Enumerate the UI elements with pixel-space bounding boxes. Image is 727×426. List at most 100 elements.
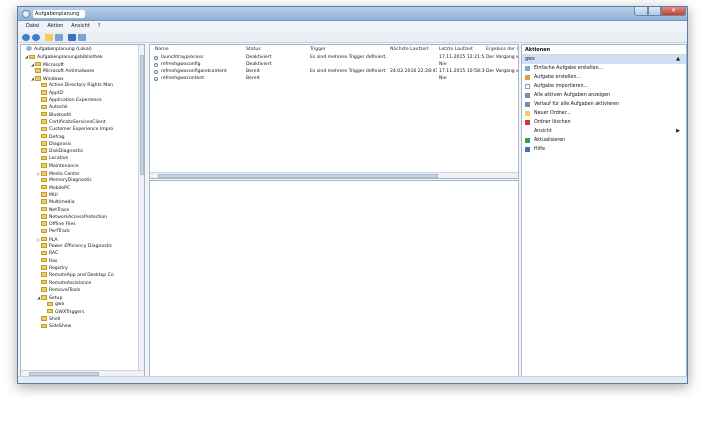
back-icon[interactable] xyxy=(22,34,30,41)
wizard-icon xyxy=(525,66,530,71)
action-label: Aktualisieren xyxy=(534,138,566,143)
action-item[interactable]: Ansicht ▶ xyxy=(522,127,686,136)
action-item[interactable]: Einfache Aufgabe erstellen... xyxy=(522,64,686,73)
help-toolbar-icon[interactable] xyxy=(68,34,76,41)
tree-item[interactable]: ◢ Windows xyxy=(21,75,144,82)
menu-datei[interactable]: Datei xyxy=(26,21,39,32)
menu-aktion[interactable]: Aktion xyxy=(47,21,63,32)
col-name[interactable]: Name xyxy=(155,46,235,53)
toolbar xyxy=(18,32,687,43)
tree-item[interactable]: DiskDiagnostic xyxy=(21,148,144,155)
cell-result: Der Vorgang wurde xyxy=(486,55,518,60)
tree-item-label: AppID xyxy=(49,90,63,96)
folder-up-icon[interactable] xyxy=(45,34,53,41)
console-tree-icon[interactable] xyxy=(55,34,63,41)
tree-item[interactable]: gwx xyxy=(21,301,144,308)
folder-icon xyxy=(41,206,47,212)
maximize-button[interactable] xyxy=(648,7,661,16)
tree-library[interactable]: ◢ Aufgabenplanungsbibliothek xyxy=(21,53,144,60)
title-bar[interactable]: Aufgabenplanung ✕ xyxy=(18,7,687,21)
tree-item[interactable]: Power Efficiency Diagnostic xyxy=(21,243,144,250)
folder-icon xyxy=(41,214,47,219)
menu-help[interactable]: ? xyxy=(98,21,101,32)
cell-status: Deaktiviert xyxy=(246,62,272,67)
tree-microsoft[interactable]: ◢ Microsoft xyxy=(21,61,144,68)
tree-item[interactable]: Microsoft Antimalware xyxy=(21,68,144,75)
action-item[interactable]: Hilfe xyxy=(522,145,686,154)
action-pane-icon[interactable] xyxy=(78,34,86,41)
table-row[interactable]: refreshgwxconfigandcontent Bereit Es sind … xyxy=(150,68,518,75)
tree-item[interactable]: Multimedia xyxy=(21,199,144,206)
tree-item[interactable]: MemoryDiagnostic xyxy=(21,177,144,184)
tree-item[interactable]: Autochk xyxy=(21,104,144,111)
action-item[interactable]: Alle aktiven Aufgaben anzeigen xyxy=(522,91,686,100)
tree-item-label: Location xyxy=(49,156,69,162)
help-icon xyxy=(525,147,530,152)
forward-icon[interactable] xyxy=(32,34,40,41)
tree-root[interactable]: Aufgabenplanung (Lokal) xyxy=(21,46,144,53)
tree-vertical-scrollbar[interactable] xyxy=(138,45,144,376)
minimize-button[interactable] xyxy=(634,7,648,16)
tree-item[interactable]: Defrag xyxy=(21,133,144,141)
tree-item[interactable]: Registry xyxy=(21,265,144,272)
tree-item[interactable]: Location xyxy=(21,155,144,162)
scroll-thumb[interactable] xyxy=(140,55,144,175)
action-item[interactable]: Ordner löschen xyxy=(522,118,686,127)
tree-item-label: MUI xyxy=(49,192,58,198)
tree-item[interactable]: Bluetooth xyxy=(21,111,144,119)
col-status[interactable]: Status xyxy=(246,46,306,53)
tree-item[interactable]: GWXTriggers xyxy=(21,308,144,316)
tree-item[interactable]: NetTrace xyxy=(21,206,144,214)
tree-item[interactable]: Ras xyxy=(21,257,144,265)
tree-item[interactable]: CertificateServicesClient xyxy=(21,119,144,126)
tree-item-label: Shell xyxy=(49,316,61,322)
tree-item[interactable]: Active Directory Rights Man xyxy=(21,82,144,89)
tree-item[interactable]: RemoteAssistance xyxy=(21,279,144,287)
tree-pane[interactable]: Aufgabenplanung (Lokal) ◢ Aufgabenplanung… xyxy=(20,44,145,377)
tree-item[interactable]: Shell xyxy=(21,316,144,323)
col-last-run[interactable]: Letzte Laufzeit xyxy=(439,46,484,53)
tree-item[interactable]: ▷ PLA xyxy=(21,236,144,243)
table-row[interactable]: refreshgwxconfig Deaktiviert Nie xyxy=(150,61,518,68)
tree-item[interactable]: Application Experience xyxy=(21,97,144,104)
tree-item[interactable]: RAC xyxy=(21,250,144,257)
action-item[interactable]: Verlauf für alle Aufgaben aktivieren xyxy=(522,100,686,109)
action-item[interactable]: Aufgabe erstellen... xyxy=(522,73,686,82)
list-horizontal-scrollbar[interactable] xyxy=(150,172,518,178)
tree-item[interactable]: SideShow xyxy=(21,323,144,330)
close-button[interactable]: ✕ xyxy=(661,7,686,16)
actions-selected-folder[interactable]: gwx ▲ xyxy=(522,55,686,64)
col-trigger[interactable]: Trigger xyxy=(310,46,380,53)
tree-item[interactable]: Customer Experience Impro xyxy=(21,126,144,133)
action-label: Aufgabe erstellen... xyxy=(534,75,582,80)
col-last-result[interactable]: Ergebnis der letzten xyxy=(486,46,518,53)
tree-item[interactable]: Maintenance xyxy=(21,163,144,170)
action-label: Hilfe xyxy=(534,147,545,152)
menu-ansicht[interactable]: Ansicht xyxy=(71,21,89,32)
cell-last: Nie xyxy=(439,76,447,81)
tree-item[interactable]: Diagnosis xyxy=(21,141,144,148)
task-clock-icon xyxy=(154,69,158,74)
tree-item[interactable]: AppID xyxy=(21,90,144,97)
tree-item-label: Multimedia xyxy=(49,200,75,206)
tree-item[interactable]: ◢ Setup xyxy=(21,294,144,301)
tree-root-label: Aufgabenplanung (Lokal) xyxy=(34,47,92,52)
action-item[interactable]: Neuer Ordner... xyxy=(522,109,686,118)
table-row[interactable]: refreshgwxcontent Bereit Nie xyxy=(150,75,518,82)
col-next-run[interactable]: Nächste Laufzeit xyxy=(390,46,435,53)
table-row[interactable]: launchtrayprocess Deaktiviert Es sind mehr… xyxy=(150,54,518,61)
action-item[interactable]: Aktualisieren xyxy=(522,136,686,145)
tree-item[interactable]: RemoteApp and Desktop Co xyxy=(21,272,144,279)
collapse-arrow-icon[interactable]: ▲ xyxy=(676,55,680,64)
tree-item[interactable]: MUI xyxy=(21,192,144,199)
window-title: Aufgabenplanung xyxy=(33,10,85,18)
tree-item[interactable]: Offline Files xyxy=(21,221,144,228)
tree-item[interactable]: PerfTrack xyxy=(21,228,144,235)
tree-item[interactable]: ▷ Media Center xyxy=(21,170,144,177)
scroll-thumb[interactable] xyxy=(158,174,438,178)
cell-name: refreshgwxcontent xyxy=(161,76,205,81)
tree-item[interactable]: NetworkAccessProtection xyxy=(21,214,144,221)
tree-item[interactable]: RemovalTools xyxy=(21,287,144,294)
tree-item[interactable]: MobilePC xyxy=(21,184,144,192)
action-item[interactable]: Aufgabe importieren... xyxy=(522,82,686,91)
